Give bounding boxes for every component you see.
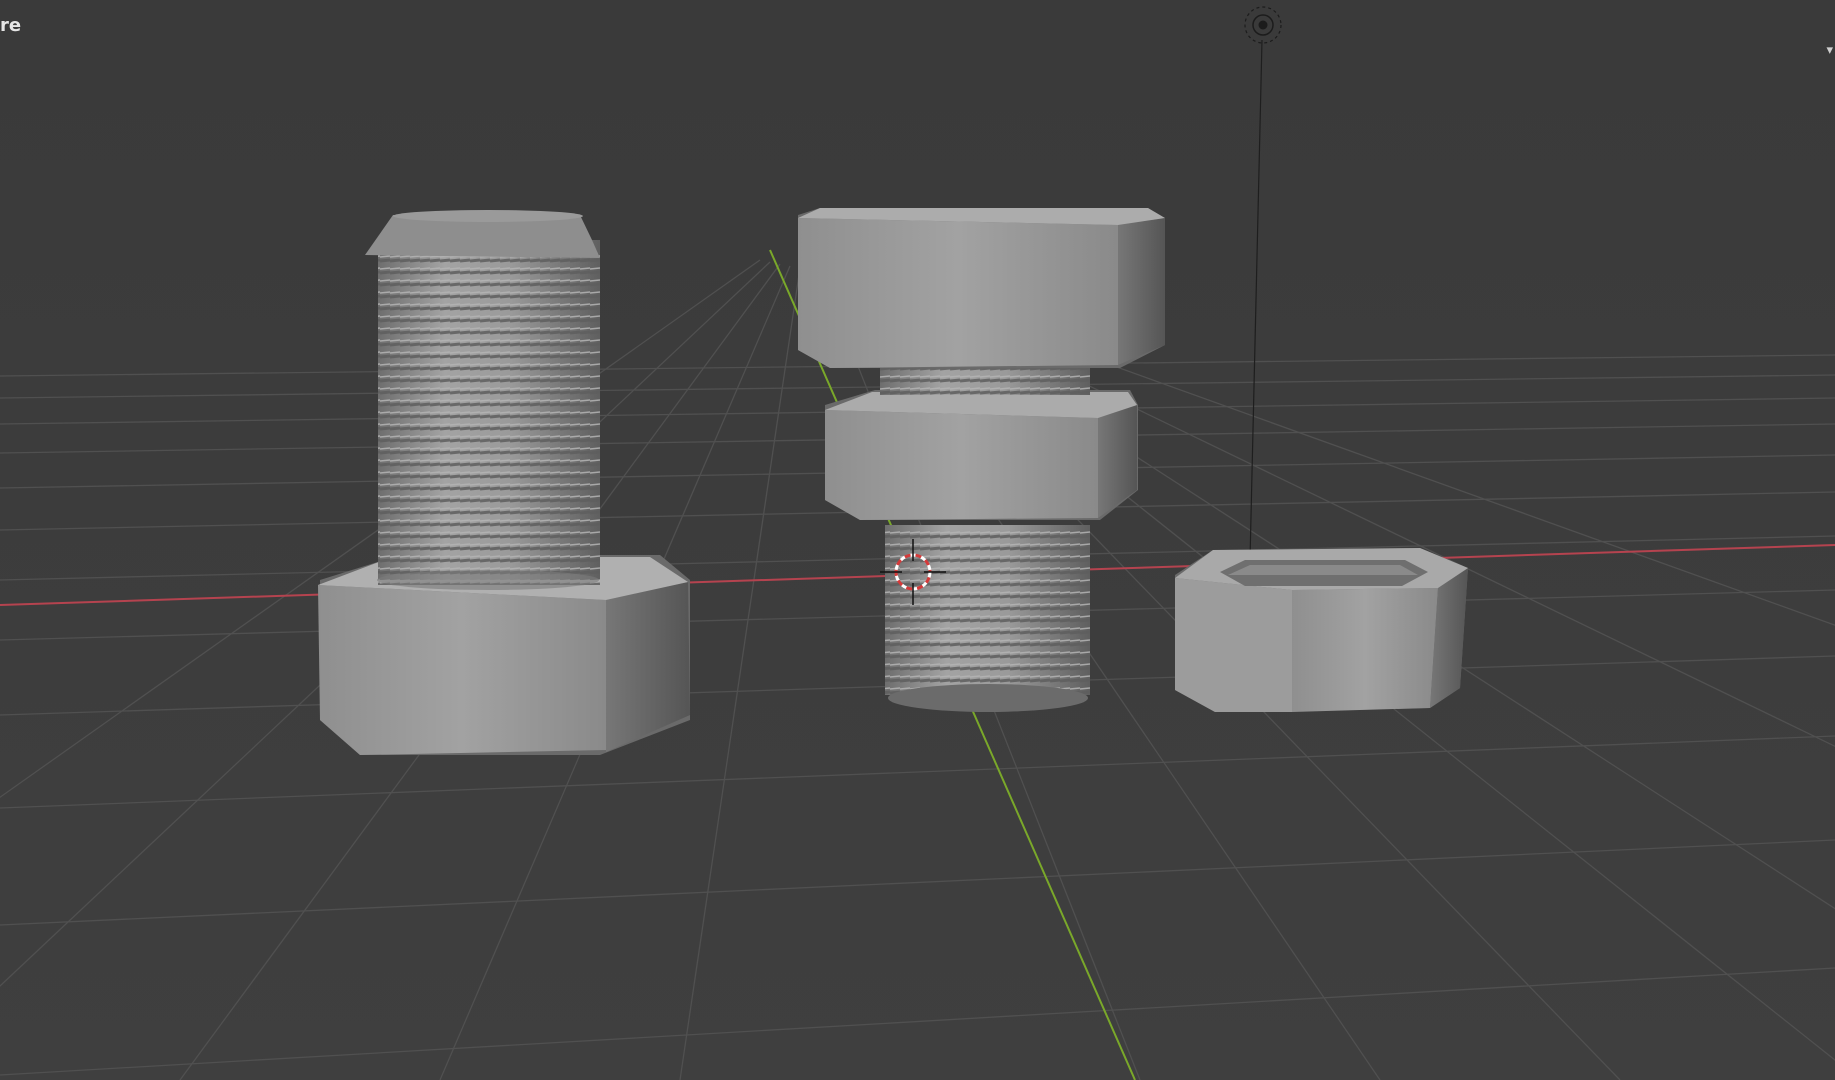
viewport-mode-label: re: [0, 15, 22, 36]
3d-viewport[interactable]: re ▾: [0, 0, 1835, 1080]
corner-dropdown-icon[interactable]: ▾: [1826, 44, 1833, 57]
viewport-canvas[interactable]: [0, 0, 1835, 1080]
hex-nut-object[interactable]: [1175, 548, 1468, 712]
